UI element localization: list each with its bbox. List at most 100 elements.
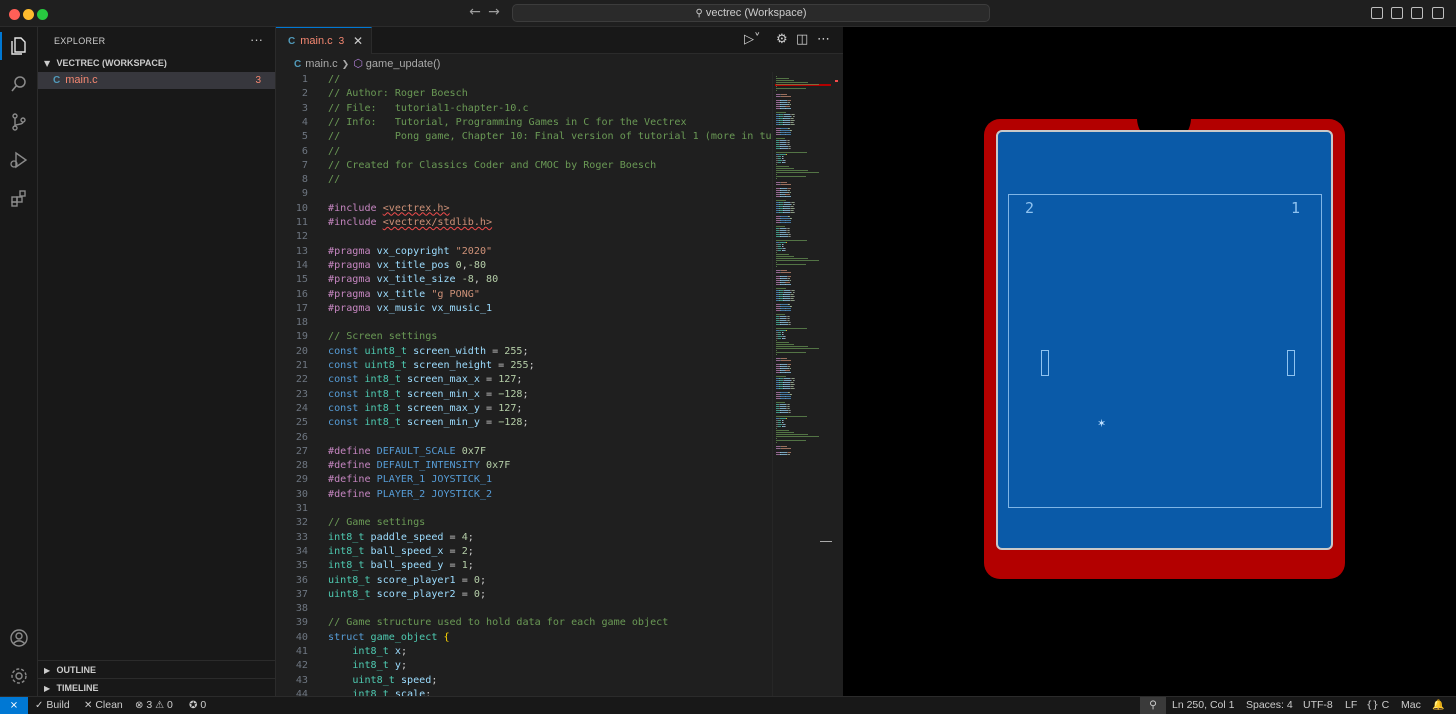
code-line[interactable]: 25 const int8_t screen_min_y = −128; xyxy=(276,416,772,430)
run-debug-icon[interactable] xyxy=(0,142,38,178)
settings-gear-icon[interactable] xyxy=(0,658,38,694)
code-line[interactable]: 36 uint8_t score_player1 = 0; xyxy=(276,574,772,588)
minimap[interactable] xyxy=(772,72,832,696)
code-line[interactable]: 28 #define DEFAULT_INTENSITY 0x7F xyxy=(276,459,772,473)
code-line[interactable]: 39 // Game structure used to hold data fo… xyxy=(276,616,772,630)
search-icon[interactable] xyxy=(0,66,38,102)
ports-count: 0 xyxy=(200,699,207,711)
minimap-stroke xyxy=(780,272,791,274)
code-line[interactable]: 35 int8_t ball_speed_y = 1; xyxy=(276,559,772,573)
customize-layout-icon[interactable] xyxy=(1432,7,1444,19)
code-line[interactable]: 12 xyxy=(276,230,772,244)
clean-button[interactable]: ✕ Clean xyxy=(84,697,123,714)
code-line[interactable]: 29 #define PLAYER_1 JOYSTICK_1 xyxy=(276,473,772,487)
code-line[interactable]: 16 #pragma vx_title "g PONG" xyxy=(276,288,772,302)
code-line[interactable]: 37 uint8_t score_player2 = 0; xyxy=(276,588,772,602)
encoding-setting[interactable]: UTF-8 xyxy=(1303,697,1333,714)
code-line[interactable]: 2 // Author: Roger Boesch xyxy=(276,87,772,101)
vertical-scrollbar[interactable] xyxy=(820,72,843,696)
code-line[interactable]: 33 int8_t paddle_speed = 4; xyxy=(276,531,772,545)
indentation-setting[interactable]: Spaces: 4 xyxy=(1246,697,1293,714)
extensions-icon[interactable] xyxy=(0,180,38,216)
problems-indicator[interactable]: ⊗ 3 ⚠ 0 xyxy=(135,697,173,714)
breadcrumb-symbol[interactable]: game_update() xyxy=(366,58,441,70)
code-line[interactable]: 40 struct game_object { xyxy=(276,631,772,645)
code-line[interactable]: 9 xyxy=(276,187,772,201)
code-line[interactable]: 17 #pragma vx_music vx_music_1 xyxy=(276,302,772,316)
code-line[interactable]: 19 // Screen settings xyxy=(276,330,772,344)
code-line[interactable]: 34 int8_t ball_speed_x = 2; xyxy=(276,545,772,559)
code-line[interactable]: 32 // Game settings xyxy=(276,516,772,530)
more-actions-icon[interactable]: ⋯ xyxy=(817,32,830,47)
explorer-more-actions[interactable]: ··· xyxy=(250,32,263,47)
code-line[interactable]: 3 // File: tutorial1-chapter-10.c xyxy=(276,102,772,116)
timeline-section-header[interactable]: ▶ TIMELINE xyxy=(38,678,275,696)
run-icon[interactable]: ▷˅ xyxy=(744,32,761,47)
files-icon[interactable] xyxy=(0,28,38,64)
workspace-section-header[interactable]: ▼ VECTREC (WORKSPACE) xyxy=(38,54,275,72)
code-line[interactable]: 22 const int8_t screen_max_x = 127; xyxy=(276,373,772,387)
ports-indicator[interactable]: ✪ 0 xyxy=(189,697,206,714)
window-minimize-button[interactable] xyxy=(23,9,34,20)
language-mode[interactable]: {} C xyxy=(1366,697,1389,714)
window-close-button[interactable] xyxy=(9,9,20,20)
breadcrumb-file[interactable]: main.c xyxy=(305,58,337,70)
window-maximize-button[interactable] xyxy=(37,9,48,20)
code-line[interactable]: 15 #pragma vx_title_size -8, 80 xyxy=(276,273,772,287)
code-line[interactable]: 30 #define PLAYER_2 JOYSTICK_2 xyxy=(276,488,772,502)
back-arrow-icon[interactable]: ← xyxy=(467,4,483,20)
toggle-secondary-sidebar-icon[interactable] xyxy=(1411,7,1423,19)
vectrex-emulator-screen[interactable]: 2 1 ✶ xyxy=(843,27,1456,696)
toggle-primary-sidebar-icon[interactable] xyxy=(1371,7,1383,19)
minimap-stroke xyxy=(780,412,788,414)
code-line[interactable]: 13 #pragma vx_copyright "2020" xyxy=(276,245,772,259)
code-line[interactable]: 41 int8_t x; xyxy=(276,645,772,659)
code-line[interactable]: 43 uint8_t speed; xyxy=(276,674,772,688)
notifications-bell-icon[interactable]: 🔔 xyxy=(1432,697,1444,714)
code-line[interactable]: 27 #define DEFAULT_SCALE 0x7F xyxy=(276,445,772,459)
code-line[interactable]: 23 const int8_t screen_min_x = −128; xyxy=(276,388,772,402)
close-icon[interactable]: ✕ xyxy=(353,28,363,54)
code-line[interactable]: 6 // xyxy=(276,145,772,159)
outline-section-header[interactable]: ▶ OUTLINE xyxy=(38,660,275,678)
code-line[interactable]: 7 // Created for Classics Coder and CMOC … xyxy=(276,159,772,173)
eol-setting[interactable]: LF xyxy=(1345,697,1357,714)
code-line[interactable]: 5 // Pong game, Chapter 10: Final version… xyxy=(276,130,772,144)
source-control-icon[interactable] xyxy=(0,104,38,140)
cursor-position[interactable]: Ln 250, Col 1 xyxy=(1172,697,1234,714)
code-line[interactable]: 26 xyxy=(276,431,772,445)
code-line[interactable]: 14 #pragma vx_title_pos 0,-80 xyxy=(276,259,772,273)
remote-indicator[interactable]: ⨯ xyxy=(0,697,28,714)
minimap-stroke xyxy=(776,178,778,180)
code-line[interactable]: 11 #include <vectrex/stdlib.h> xyxy=(276,216,772,230)
file-item-main-c[interactable]: Cmain.c 3 xyxy=(38,72,275,89)
tab-main-c[interactable]: Cmain.c 3 ✕ xyxy=(276,27,372,54)
code-line[interactable]: 4 // Info: Tutorial, Programming Games in… xyxy=(276,116,772,130)
account-icon[interactable] xyxy=(0,620,38,656)
code-line[interactable]: 38 xyxy=(276,602,772,616)
platform-indicator[interactable]: Mac xyxy=(1401,697,1421,714)
code-line[interactable]: 1 // xyxy=(276,73,772,87)
gear-icon[interactable]: ⚙ xyxy=(776,32,788,47)
code-line[interactable]: 24 const int8_t screen_max_y = 127; xyxy=(276,402,772,416)
forward-arrow-icon[interactable]: → xyxy=(486,4,502,20)
code-line[interactable]: 31 xyxy=(276,502,772,516)
zoom-icon[interactable]: ⚲ xyxy=(1140,697,1166,714)
code-line[interactable]: 21 const uint8_t screen_height = 255; xyxy=(276,359,772,373)
line-number: 33 xyxy=(295,531,308,543)
build-button[interactable]: ✓ Build xyxy=(35,697,70,714)
breadcrumb[interactable]: Cmain.c ❯ ⬡ game_update() xyxy=(294,56,440,72)
code-line[interactable]: 20 const uint8_t screen_width = 255; xyxy=(276,345,772,359)
code-line[interactable]: 18 xyxy=(276,316,772,330)
split-editor-icon[interactable]: ◫ xyxy=(796,32,808,47)
code-line[interactable]: 44 int8_t scale; xyxy=(276,688,772,696)
code-area[interactable]: 1 // 2 // Author: Roger Boesch 3 // File: tut… xyxy=(276,72,772,696)
code-line[interactable]: 8 // xyxy=(276,173,772,187)
code-line[interactable]: 10 #include <vectrex.h> xyxy=(276,202,772,216)
code-line[interactable]: 42 int8_t y; xyxy=(276,659,772,673)
line-number: 5 xyxy=(301,131,308,143)
line-source: // Game settings xyxy=(328,517,426,529)
toggle-panel-icon[interactable] xyxy=(1391,7,1403,19)
minimap-stroke xyxy=(785,134,791,136)
command-center-search[interactable]: ⚲ vectrec (Workspace) xyxy=(512,4,990,22)
